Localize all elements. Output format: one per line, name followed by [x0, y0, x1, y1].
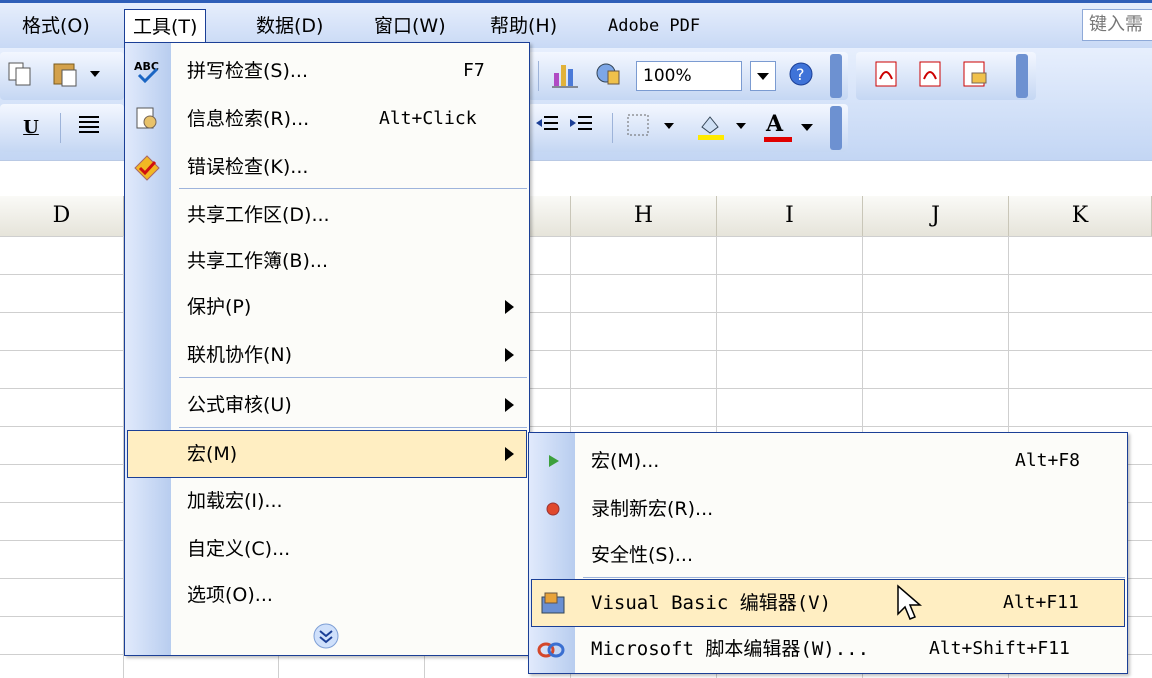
menu-item-formula-auditing[interactable]: 公式审核(U)	[125, 381, 529, 429]
pdf-review-icon[interactable]	[912, 59, 948, 93]
submenu-arrow-icon	[505, 348, 514, 362]
menu-item-macros[interactable]: 宏(M)... Alt+F8	[529, 437, 1127, 485]
record-icon	[546, 502, 560, 516]
formatting-toolbar-handle[interactable]	[830, 106, 842, 150]
menu-separator	[179, 427, 527, 428]
research-icon	[136, 107, 157, 129]
svg-text:?: ?	[796, 65, 805, 84]
menu-item-shared-workspace[interactable]: 共享工作区(D)...	[125, 191, 529, 239]
run-macro-icon	[549, 455, 559, 467]
menu-item-record-macro[interactable]: 录制新宏(R)...	[529, 485, 1127, 533]
paste-icon[interactable]	[48, 59, 108, 93]
underline-icon[interactable]: U	[14, 111, 48, 145]
increase-indent-icon[interactable]	[566, 111, 596, 145]
ask-question-box[interactable]: 键入需	[1082, 9, 1152, 41]
help-icon[interactable]: ?	[784, 59, 818, 93]
menu-separator	[179, 377, 527, 378]
macro-submenu: 宏(M)... Alt+F8 录制新宏(R)... 安全性(S)... Visu…	[528, 432, 1128, 674]
spelling-icon: ABC	[134, 60, 159, 84]
tools-menu: ABC 拼写检查(S)... F7 信息检索(R)... Alt+Click 错…	[124, 42, 530, 656]
menu-bar: 格式(O) 工具(T) 数据(D) 窗口(W) 帮助(H) Adobe PDF …	[0, 0, 1152, 49]
toolbar-options-handle[interactable]	[830, 54, 842, 98]
zoom-input[interactable]: 100%	[636, 61, 742, 91]
drawing-icon[interactable]	[590, 59, 626, 93]
expand-chevrons-icon[interactable]	[311, 621, 341, 651]
standard-toolbar	[0, 52, 124, 100]
menu-separator	[583, 577, 1125, 578]
menu-item-online-collaboration[interactable]: 联机协作(N)	[125, 331, 529, 379]
menu-help[interactable]: 帮助(H)	[482, 9, 565, 43]
column-header-h[interactable]: H	[571, 196, 717, 236]
font-color-label: A	[766, 111, 784, 137]
column-header-d[interactable]: D	[0, 196, 124, 236]
submenu-arrow-icon	[505, 300, 514, 314]
column-header-i[interactable]: I	[717, 196, 863, 236]
submenu-arrow-icon	[505, 447, 514, 461]
chart-icon[interactable]	[548, 59, 584, 93]
fill-color-icon[interactable]	[692, 111, 758, 145]
font-color-icon[interactable]: A	[762, 111, 822, 145]
menu-item-spelling[interactable]: ABC 拼写检查(S)... F7	[125, 47, 529, 95]
menu-item-macro[interactable]: 宏(M)	[127, 430, 527, 478]
formatting-toolbar: U	[0, 104, 124, 152]
decrease-indent-icon[interactable]	[532, 111, 562, 145]
menu-item-customize[interactable]: 自定义(C)...	[125, 525, 529, 573]
menu-item-protection[interactable]: 保护(P)	[125, 283, 529, 331]
menu-item-vb-editor[interactable]: Visual Basic 编辑器(V) Alt+F11	[531, 579, 1125, 627]
pdf-toolbar	[856, 52, 1036, 100]
menu-adobe-pdf[interactable]: Adobe PDF	[600, 9, 708, 43]
menu-item-shared-workbook[interactable]: 共享工作簿(B)...	[125, 237, 529, 285]
menu-item-research[interactable]: 信息检索(R)... Alt+Click	[125, 95, 529, 143]
menu-window[interactable]: 窗口(W)	[366, 9, 454, 43]
menu-item-script-editor[interactable]: Microsoft 脚本编辑器(W)... Alt+Shift+F11	[529, 625, 1127, 673]
column-header-k[interactable]: K	[1009, 196, 1152, 236]
copy-icon[interactable]	[2, 59, 38, 93]
pdf-email-icon[interactable]	[956, 59, 992, 93]
mouse-cursor-icon	[897, 584, 923, 620]
standard-toolbar-right: 100% ?	[528, 52, 848, 100]
menu-separator	[179, 188, 527, 189]
zoom-dropdown-icon[interactable]	[750, 61, 776, 91]
menu-data[interactable]: 数据(D)	[248, 9, 331, 43]
menu-item-options[interactable]: 选项(O)...	[125, 571, 529, 619]
borders-icon[interactable]	[622, 111, 686, 145]
align-icon[interactable]	[72, 111, 106, 145]
error-check-icon	[134, 155, 160, 181]
pdf-icon[interactable]	[868, 59, 904, 93]
pdf-toolbar-handle[interactable]	[1016, 54, 1028, 98]
column-header-j[interactable]: J	[863, 196, 1009, 236]
submenu-arrow-icon	[505, 398, 514, 412]
formatting-toolbar-right: A	[528, 104, 848, 152]
menu-format[interactable]: 格式(O)	[14, 9, 98, 43]
menu-item-security[interactable]: 安全性(S)...	[529, 531, 1127, 579]
vb-editor-icon	[541, 592, 565, 614]
script-editor-icon	[537, 642, 565, 658]
menu-item-error-check[interactable]: 错误检查(K)...	[125, 143, 529, 191]
menu-item-add-ins[interactable]: 加载宏(I)...	[125, 477, 529, 525]
